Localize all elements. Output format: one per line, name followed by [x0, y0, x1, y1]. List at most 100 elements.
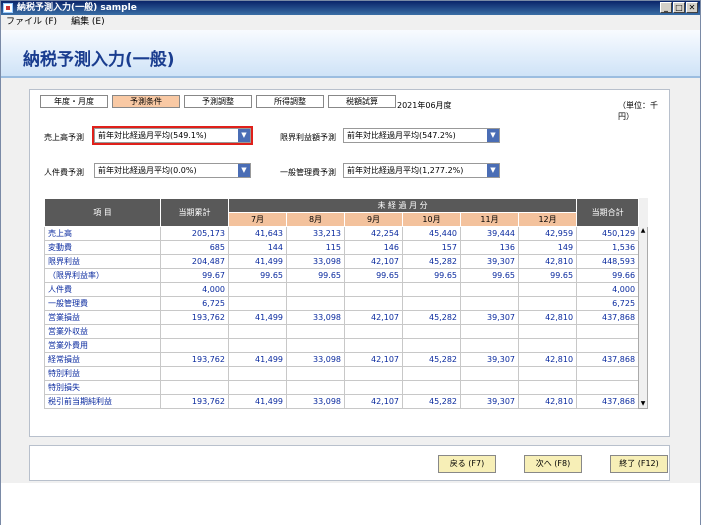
total-cell[interactable] — [576, 338, 640, 353]
month-cell[interactable] — [286, 296, 345, 311]
menu-file[interactable]: ファイル (F) — [6, 15, 57, 30]
month-cell[interactable] — [517, 338, 578, 353]
month-cell[interactable]: 42,107 — [344, 310, 403, 325]
total-cell[interactable]: 4,000 — [576, 282, 640, 297]
month-cell[interactable]: 42,810 — [517, 352, 578, 367]
cumulative-cell[interactable]: 99.67 — [160, 268, 229, 283]
total-cell[interactable]: 99.66 — [576, 268, 640, 283]
month-cell[interactable] — [344, 296, 403, 311]
total-cell[interactable]: 1,536 — [576, 240, 640, 255]
month-cell[interactable]: 42,959 — [517, 226, 578, 241]
month-cell[interactable] — [460, 380, 519, 395]
chevron-down-icon[interactable]: ▼ — [487, 129, 499, 142]
month-cell[interactable] — [460, 366, 519, 381]
month-cell[interactable]: 99.65 — [228, 268, 287, 283]
month-cell[interactable]: 39,307 — [460, 394, 519, 409]
month-cell[interactable] — [402, 324, 461, 339]
month-cell[interactable]: 42,810 — [517, 394, 578, 409]
total-cell[interactable]: 450,129 — [576, 226, 640, 241]
month-cell[interactable]: 41,499 — [228, 310, 287, 325]
cumulative-cell[interactable] — [160, 366, 229, 381]
back-button[interactable]: 戻る (F7) — [438, 455, 496, 473]
month-cell[interactable]: 42,107 — [344, 352, 403, 367]
tab-forecast-adjust[interactable]: 予測調整 — [184, 95, 252, 108]
cumulative-cell[interactable] — [160, 324, 229, 339]
month-cell[interactable] — [228, 324, 287, 339]
month-cell[interactable] — [344, 366, 403, 381]
month-cell[interactable]: 45,282 — [402, 310, 461, 325]
month-cell[interactable]: 45,282 — [402, 394, 461, 409]
month-cell[interactable]: 33,213 — [286, 226, 345, 241]
month-cell[interactable] — [517, 282, 578, 297]
scroll-up-icon[interactable]: ▲ — [640, 228, 647, 236]
month-cell[interactable]: 41,499 — [228, 352, 287, 367]
tab-income-adjust[interactable]: 所得調整 — [256, 95, 324, 108]
maximize-icon[interactable]: □ — [673, 2, 685, 13]
month-cell[interactable]: 99.65 — [402, 268, 461, 283]
month-cell[interactable]: 33,098 — [286, 394, 345, 409]
month-cell[interactable]: 42,107 — [344, 254, 403, 269]
month-cell[interactable] — [286, 282, 345, 297]
tab-year-month[interactable]: 年度・月度 — [40, 95, 108, 108]
chevron-down-icon[interactable]: ▼ — [238, 164, 250, 177]
month-cell[interactable]: 42,810 — [517, 310, 578, 325]
month-cell[interactable] — [344, 338, 403, 353]
month-cell[interactable]: 99.65 — [344, 268, 403, 283]
tab-forecast-conditions[interactable]: 予測条件 — [112, 95, 180, 108]
month-cell[interactable] — [402, 338, 461, 353]
month-cell[interactable]: 42,107 — [344, 394, 403, 409]
cumulative-cell[interactable] — [160, 338, 229, 353]
month-cell[interactable] — [460, 338, 519, 353]
close-icon[interactable]: ✕ — [686, 2, 698, 13]
month-cell[interactable]: 136 — [460, 240, 519, 255]
month-cell[interactable] — [402, 380, 461, 395]
month-cell[interactable]: 149 — [517, 240, 578, 255]
admin-forecast-select[interactable]: 前年対比経過月平均(1,277.2%) ▼ — [343, 163, 500, 178]
month-cell[interactable]: 41,643 — [228, 226, 287, 241]
month-cell[interactable]: 115 — [286, 240, 345, 255]
cumulative-cell[interactable] — [160, 380, 229, 395]
month-cell[interactable] — [517, 296, 578, 311]
total-cell[interactable]: 6,725 — [576, 296, 640, 311]
month-cell[interactable] — [402, 366, 461, 381]
cumulative-cell[interactable]: 204,487 — [160, 254, 229, 269]
month-cell[interactable] — [228, 380, 287, 395]
month-cell[interactable]: 157 — [402, 240, 461, 255]
cumulative-cell[interactable]: 193,762 — [160, 352, 229, 367]
month-cell[interactable] — [460, 324, 519, 339]
month-cell[interactable]: 39,307 — [460, 310, 519, 325]
end-button[interactable]: 終了 (F12) — [610, 455, 668, 473]
month-cell[interactable] — [286, 324, 345, 339]
month-cell[interactable]: 99.65 — [517, 268, 578, 283]
month-cell[interactable] — [460, 296, 519, 311]
month-cell[interactable]: 42,810 — [517, 254, 578, 269]
total-cell[interactable] — [576, 380, 640, 395]
table-scrollbar[interactable]: ▲ ▼ — [638, 226, 649, 409]
month-cell[interactable]: 99.65 — [460, 268, 519, 283]
cumulative-cell[interactable]: 193,762 — [160, 394, 229, 409]
month-cell[interactable] — [460, 282, 519, 297]
month-cell[interactable]: 45,440 — [402, 226, 461, 241]
month-cell[interactable]: 42,254 — [344, 226, 403, 241]
month-cell[interactable]: 41,499 — [228, 254, 287, 269]
month-cell[interactable] — [344, 324, 403, 339]
month-cell[interactable]: 146 — [344, 240, 403, 255]
month-cell[interactable] — [286, 380, 345, 395]
month-cell[interactable] — [286, 366, 345, 381]
month-cell[interactable] — [517, 324, 578, 339]
month-cell[interactable] — [286, 338, 345, 353]
cumulative-cell[interactable]: 6,725 — [160, 296, 229, 311]
total-cell[interactable]: 437,868 — [576, 352, 640, 367]
menu-edit[interactable]: 編集 (E) — [71, 15, 105, 30]
total-cell[interactable]: 437,868 — [576, 310, 640, 325]
month-cell[interactable] — [402, 296, 461, 311]
month-cell[interactable]: 33,098 — [286, 310, 345, 325]
month-cell[interactable]: 99.65 — [286, 268, 345, 283]
month-cell[interactable]: 39,444 — [460, 226, 519, 241]
month-cell[interactable] — [228, 366, 287, 381]
margin-forecast-select[interactable]: 前年対比経過月平均(547.2%) ▼ — [343, 128, 500, 143]
month-cell[interactable]: 45,282 — [402, 254, 461, 269]
month-cell[interactable]: 144 — [228, 240, 287, 255]
month-cell[interactable] — [517, 380, 578, 395]
month-cell[interactable] — [402, 282, 461, 297]
